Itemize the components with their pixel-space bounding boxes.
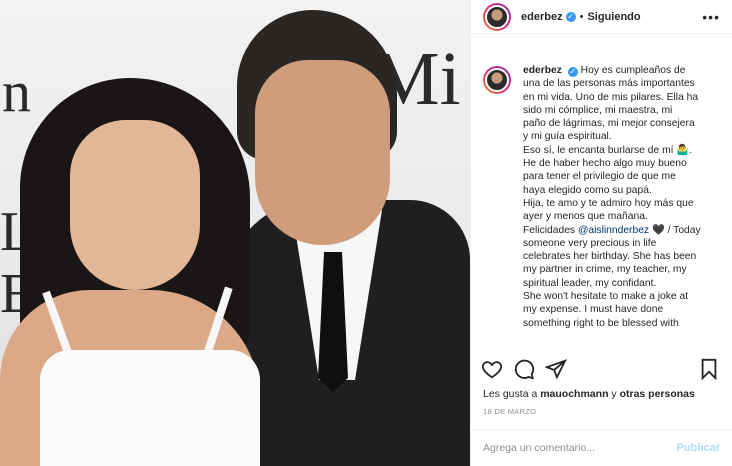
caption-line: He de haber hecho algo muy bueno	[523, 158, 687, 170]
like-heart-icon[interactable]	[481, 358, 505, 382]
share-icon[interactable]	[544, 358, 569, 382]
caption-text: ederbez ✓ Hoy es cumpleaños de una de la…	[523, 64, 701, 330]
caption-line: Felicidades @aislinnderbez 🖤 / Today	[523, 224, 701, 237]
likes-prefix: Les gusta a	[483, 388, 541, 400]
verified-badge-icon: ✓	[567, 67, 578, 77]
post-header: ederbez ✓ • Siguiendo •••	[471, 0, 732, 34]
comment-icon[interactable]	[513, 358, 537, 382]
woman-dress	[40, 350, 260, 466]
caption-line: y mi guía espiritual.	[523, 131, 612, 143]
caption-username[interactable]: ederbez	[523, 65, 562, 76]
bookmark-icon[interactable]	[698, 358, 722, 382]
add-comment-bar: Publicar	[471, 429, 732, 466]
caption-line: my partner in crime, my teacher, my	[523, 264, 687, 276]
mention-link[interactable]: @aislinnderbez	[578, 225, 649, 236]
caption-line: paño de lágrimas, mi mejor consejera	[523, 118, 695, 130]
post-side-panel: ederbez ✓ • Siguiendo ••• ederbez ✓ Hoy …	[470, 0, 732, 466]
man-face	[255, 60, 390, 245]
caption-line: para tener el privilegio de que me	[523, 171, 676, 183]
publish-button[interactable]: Publicar	[677, 442, 720, 454]
likes-conjunction: y	[608, 388, 620, 400]
following-button[interactable]: Siguiendo	[587, 11, 640, 23]
caption-line: haya elegido como su papá.	[523, 184, 652, 196]
woman-face	[70, 120, 200, 290]
post-date[interactable]: 18 DE MARZO	[483, 407, 536, 416]
avatar[interactable]	[483, 2, 511, 31]
caption-line: someone very precious in life	[523, 237, 657, 249]
username-link[interactable]: ederbez	[521, 11, 563, 23]
verified-badge-icon: ✓	[565, 11, 576, 22]
comments-area[interactable]: ederbez ✓ Hoy es cumpleaños de una de la…	[471, 56, 732, 346]
avatar[interactable]	[483, 66, 511, 94]
action-bar	[471, 356, 732, 384]
caption-line: sido mi cómplice, mi maestra, mi	[523, 104, 673, 116]
caption-line: ayer y menos que mañana.	[523, 211, 648, 223]
caption-row: ederbez ✓ Hoy es cumpleaños de una de la…	[483, 64, 720, 330]
caption-line: something right to be blessed with	[523, 317, 679, 329]
more-options-icon[interactable]: •••	[702, 9, 720, 25]
caption-line: Hoy es cumpleaños de	[580, 65, 686, 76]
caption-line: Eso sí, le encanta burlarse de mí 🤷‍♂️.	[523, 144, 693, 156]
caption-text-fragment: 🖤 / Today	[649, 224, 701, 236]
caption-line: celebrates her birthday. She has been	[523, 251, 697, 263]
caption-line: en mi vida. Uno de mis pilares. Ella ha	[523, 91, 699, 103]
backdrop-letter: n	[2, 59, 31, 124]
likes-summary: Les gusta a mauochmann y otras personas	[483, 388, 695, 400]
post-photo[interactable]: n Mi L E	[0, 0, 470, 466]
caption-line: spiritual leader, my confidant.	[523, 277, 657, 289]
other-likers-link[interactable]: otras personas	[620, 388, 695, 400]
liked-by-user-link[interactable]: mauochmann	[540, 388, 608, 400]
caption-line: Hija, te amo y te admiro hoy más que	[523, 197, 694, 209]
comment-input[interactable]	[483, 442, 677, 454]
caption-line: my expense. I must have done	[523, 304, 664, 316]
caption-text-fragment: Felicidades	[523, 224, 578, 236]
separator-dot: •	[579, 10, 584, 23]
caption-line: una de las personas más importantes	[523, 78, 695, 90]
caption-line: She won't hesitate to make a joke at	[523, 291, 689, 303]
